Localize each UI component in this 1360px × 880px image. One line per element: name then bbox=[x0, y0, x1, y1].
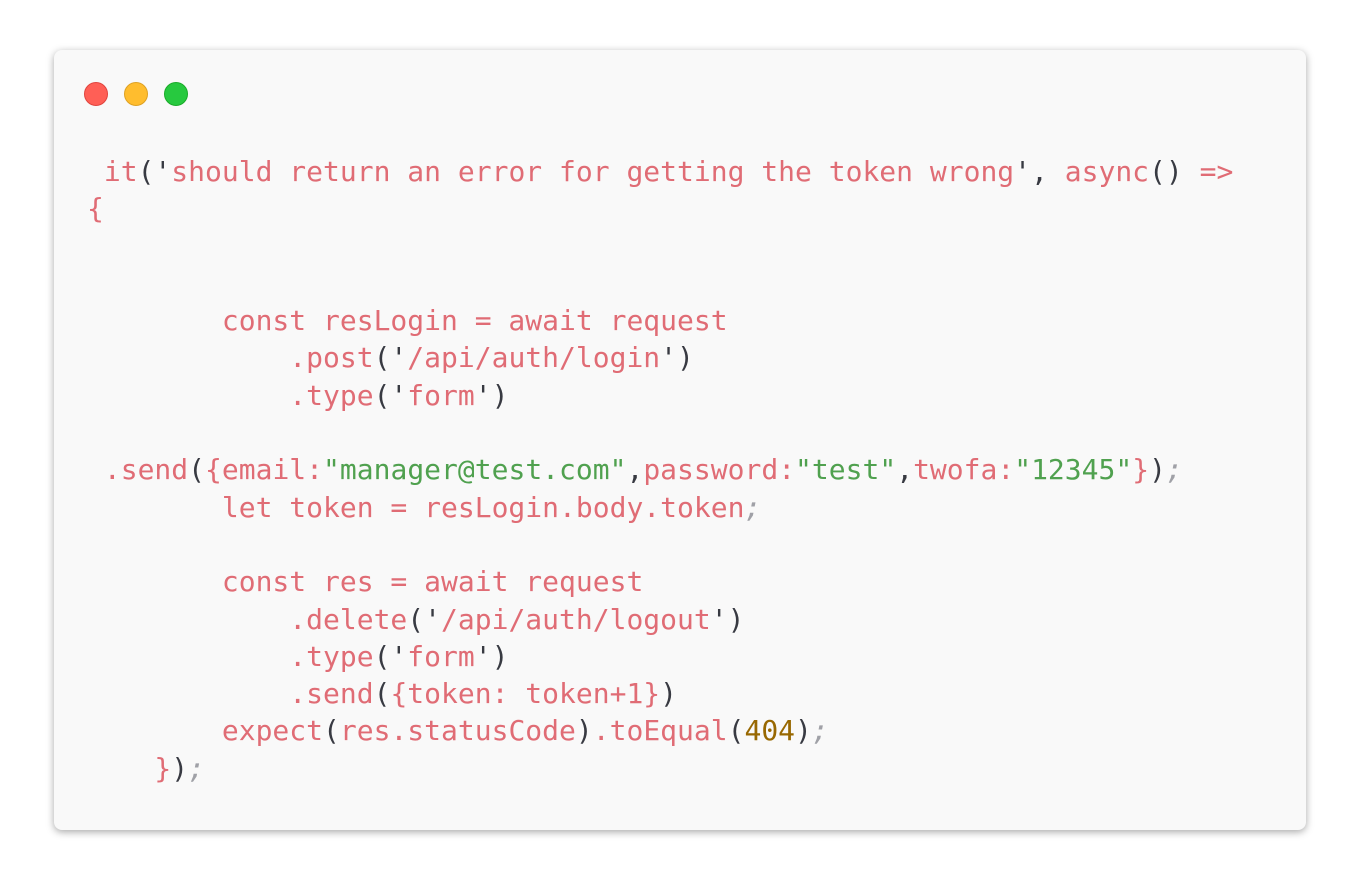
code-token: (' bbox=[373, 378, 408, 412]
code-token: (' bbox=[407, 602, 442, 636]
code-token: .send bbox=[87, 453, 189, 487]
code-token: password: bbox=[643, 453, 796, 487]
code-line: it('should return an error for getting t… bbox=[87, 153, 1234, 190]
code-token: "12345" bbox=[1014, 453, 1133, 487]
code-token: ) bbox=[575, 714, 593, 748]
code-token: ( bbox=[323, 714, 340, 748]
code-token: ( bbox=[373, 677, 391, 711]
code-line: { bbox=[87, 190, 1233, 227]
zoom-button[interactable] bbox=[164, 82, 188, 106]
code-line: .send({token: token+1}) bbox=[87, 675, 1233, 712]
code-token: /api/auth/logout bbox=[441, 602, 711, 636]
code-token: .type bbox=[87, 378, 374, 412]
close-button[interactable] bbox=[84, 82, 108, 106]
code-token: "manager@test.com" bbox=[323, 453, 627, 487]
code-line: const res = await request bbox=[87, 563, 1233, 600]
code-token: .send bbox=[87, 677, 374, 711]
code-line: expect(res.statusCode).toEqual(404); bbox=[87, 712, 1233, 749]
code-token: .toEqual bbox=[592, 714, 728, 748]
code-token: twofa: bbox=[913, 453, 1015, 487]
code-line: .delete('/api/auth/logout') bbox=[87, 601, 1233, 638]
code-line: .type('form') bbox=[87, 377, 1233, 414]
code-token: ') bbox=[474, 378, 509, 412]
code-token: form bbox=[407, 639, 475, 673]
code-line: .post('/api/auth/login') bbox=[87, 339, 1233, 376]
code-token: ) bbox=[171, 751, 189, 785]
code-token: { bbox=[87, 192, 104, 226]
code-token: {token: token+1} bbox=[390, 677, 661, 711]
code-token: , bbox=[626, 453, 644, 487]
code-token: it bbox=[87, 155, 138, 188]
code-token: .delete bbox=[87, 602, 408, 636]
code-token: .type bbox=[87, 639, 374, 673]
code-window: it('should return an error for getting t… bbox=[54, 50, 1306, 830]
code-token: ') bbox=[474, 639, 509, 673]
code-token: let token = resLogin.body.token bbox=[87, 490, 745, 524]
code-line: const resLogin = await request bbox=[87, 302, 1233, 339]
code-token: async bbox=[1064, 155, 1150, 188]
code-token: } bbox=[87, 751, 172, 785]
code-token: (' bbox=[137, 155, 172, 188]
code-token: ( bbox=[727, 714, 745, 748]
code-token: } bbox=[1132, 453, 1150, 487]
code-token: 404 bbox=[744, 714, 796, 748]
code-token: ; bbox=[188, 751, 206, 785]
code-token: (' bbox=[373, 341, 408, 375]
code-token: ') bbox=[710, 602, 745, 636]
code-token: ) bbox=[1149, 453, 1166, 487]
code-token: ) bbox=[795, 714, 812, 748]
code-token: .post bbox=[87, 341, 374, 375]
code-token: ( bbox=[188, 453, 206, 487]
code-token: ; bbox=[744, 490, 762, 524]
code-token: /api/auth/login bbox=[407, 341, 661, 375]
code-token: form bbox=[407, 378, 475, 412]
code-token: const resLogin = await request bbox=[87, 304, 728, 338]
code-token: "test" bbox=[795, 453, 897, 487]
code-token: const res = await request bbox=[87, 565, 644, 599]
code-token: ; bbox=[1165, 453, 1183, 487]
code-line: .send({email:"manager@test.com",password… bbox=[87, 451, 1233, 488]
code-token: ) bbox=[660, 677, 678, 711]
minimize-button[interactable] bbox=[124, 82, 148, 106]
code-block: it('should return an error for getting t… bbox=[87, 153, 1233, 787]
code-line: let token = resLogin.body.token; bbox=[87, 489, 1233, 526]
code-token: {email: bbox=[205, 453, 324, 487]
code-token: res.statusCode bbox=[339, 714, 576, 748]
code-token: expect bbox=[87, 714, 324, 748]
code-token: => bbox=[1199, 155, 1234, 188]
code-line: }); bbox=[87, 750, 1233, 787]
code-token: () bbox=[1149, 155, 1200, 188]
code-token: ; bbox=[811, 714, 829, 748]
code-token: should return an error for getting the t… bbox=[171, 155, 1015, 188]
code-line: .type('form') bbox=[87, 638, 1233, 675]
code-token: ') bbox=[660, 341, 694, 375]
code-token: (' bbox=[373, 639, 408, 673]
code-token: , bbox=[896, 453, 914, 487]
code-token: ', bbox=[1014, 155, 1065, 188]
